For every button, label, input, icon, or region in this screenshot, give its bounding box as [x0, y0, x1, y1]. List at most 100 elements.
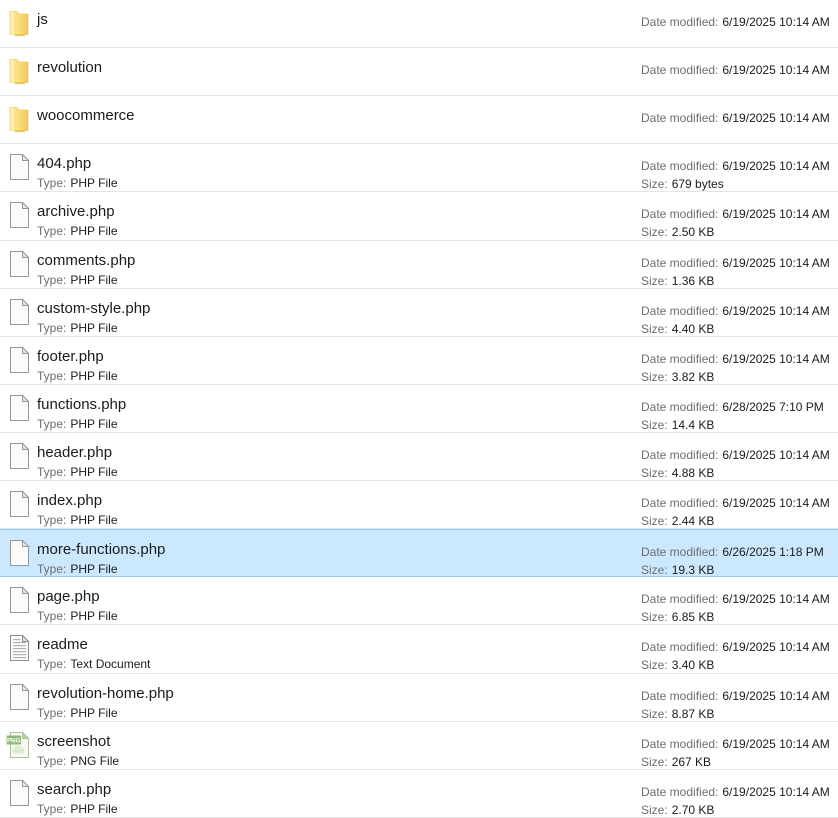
- size-label: Size:: [641, 274, 668, 288]
- info-block: Date modified:6/19/2025 10:14 AM: [641, 109, 830, 127]
- date-modified-label: Date modified:: [641, 592, 718, 606]
- date-modified-label: Date modified:: [641, 785, 718, 799]
- size-value: 267 KB: [672, 755, 711, 769]
- file-name: revolution-home.php: [37, 684, 174, 703]
- info-block: Date modified:6/19/2025 10:14 AM: [641, 61, 830, 79]
- file-row[interactable]: index.php Type:PHP File Date modified:6/…: [0, 481, 838, 529]
- size-line: Size:2.50 KB: [641, 223, 830, 241]
- svg-text:PNG: PNG: [7, 737, 21, 744]
- folder-icon: [0, 48, 37, 95]
- folder-icon: [0, 96, 37, 143]
- type-value: PHP File: [70, 224, 117, 238]
- info-block: Date modified:6/19/2025 10:14 AM Size: 26…: [641, 735, 830, 771]
- file-name: js: [37, 10, 48, 29]
- file-row[interactable]: header.php Type:PHP File Date modified:6…: [0, 433, 838, 481]
- type-label: Type:: [37, 273, 66, 287]
- size-line: Size:14.4 KB: [641, 416, 824, 434]
- size-label: Size:: [641, 225, 668, 239]
- file-name: custom-style.php: [37, 299, 150, 318]
- file-row[interactable]: revolution Date modified:6/19/2025 10:14…: [0, 48, 838, 96]
- file-row[interactable]: page.php Type:PHP File Date modified:6/1…: [0, 577, 838, 625]
- type-value: PHP File: [70, 802, 117, 816]
- file-icon: [0, 385, 37, 432]
- name-block: functions.php Type:PHP File: [37, 385, 126, 432]
- date-modified-label: Date modified:: [641, 159, 718, 173]
- info-block: Date modified:6/19/2025 10:14 AM Size:2.…: [641, 494, 830, 530]
- file-type-line: Type: PHP File: [37, 465, 118, 479]
- file-row[interactable]: js Date modified:6/19/2025 10:14 AM: [0, 0, 838, 48]
- info-block: Date modified:6/28/2025 7:10 PM Size:14.…: [641, 398, 824, 434]
- file-row[interactable]: archive.php Type:PHP File Date modified:…: [0, 192, 838, 240]
- size-value: 14.4 KB: [672, 418, 715, 432]
- file-row[interactable]: PNG screenshot Type:PNG File Date modifi…: [0, 722, 838, 770]
- file-type-line: Type:PHP File: [37, 513, 118, 527]
- file-row[interactable]: readme Type:Text Document Date modified:…: [0, 625, 838, 673]
- file-name: archive.php: [37, 202, 118, 221]
- file-row[interactable]: comments.php Type:PHP File Date modified…: [0, 241, 838, 289]
- info-block: Date modified:6/19/2025 10:14 AM Size:3.…: [641, 350, 830, 386]
- file-type-line: Type:PHP File: [37, 706, 174, 720]
- file-type-line: Type:PNG File: [37, 754, 119, 768]
- file-name: readme: [37, 635, 150, 654]
- date-modified-value: 6/19/2025 10:14 AM: [722, 448, 829, 462]
- date-modified-label: Date modified:: [641, 207, 718, 221]
- size-label: Size:: [641, 177, 668, 191]
- name-block: revolution-home.php Type:PHP File: [37, 674, 174, 721]
- file-row[interactable]: footer.php Type:PHP File Date modified:6…: [0, 337, 838, 385]
- size-label: Size:: [641, 707, 668, 721]
- file-row[interactable]: search.php Type:PHP File Date modified:6…: [0, 770, 838, 818]
- size-label: Size:: [641, 610, 668, 624]
- size-value: 4.88 KB: [672, 466, 715, 480]
- file-type-line: Type:PHP File: [37, 224, 118, 238]
- size-value: 6.85 KB: [672, 610, 715, 624]
- size-line: Size:2.44 KB: [641, 512, 830, 530]
- name-block: header.php Type:PHP File: [37, 433, 118, 480]
- info-block: Date modified:6/19/2025 10:14 AM: [641, 13, 830, 31]
- file-row[interactable]: 404.php Type:PHP File Date modified:6/19…: [0, 144, 838, 192]
- file-icon: [0, 289, 37, 336]
- date-modified-line: Date modified:6/19/2025 10:14 AM: [641, 494, 830, 512]
- date-modified-label: Date modified:: [641, 304, 718, 318]
- size-value: 19.3 KB: [672, 563, 715, 577]
- date-modified-value: 6/19/2025 10:14 AM: [722, 207, 829, 221]
- date-modified-label: Date modified:: [641, 689, 718, 703]
- name-block: page.php Type:PHP File: [37, 577, 118, 624]
- size-line: Size:3.82 KB: [641, 368, 830, 386]
- file-row[interactable]: functions.php Type:PHP File Date modifie…: [0, 385, 838, 433]
- file-row[interactable]: custom-style.php Type:PHP File Date modi…: [0, 289, 838, 337]
- type-label: Type:: [37, 417, 66, 431]
- size-line: Size: 6.85 KB: [641, 608, 830, 626]
- file-icon: [0, 481, 37, 528]
- file-row[interactable]: revolution-home.php Type:PHP File Date m…: [0, 674, 838, 722]
- file-row[interactable]: woocommerce Date modified:6/19/2025 10:1…: [0, 96, 838, 144]
- date-modified-line: Date modified:6/19/2025 10:14 AM: [641, 109, 830, 127]
- date-modified-line: Date modified:6/19/2025 10:14 AM: [641, 350, 830, 368]
- file-name: functions.php: [37, 395, 126, 414]
- type-label: Type:: [37, 609, 66, 623]
- date-modified-line: Date modified:6/19/2025 10:14 AM: [641, 590, 830, 608]
- type-label: Type:: [37, 754, 66, 768]
- type-value: PHP File: [70, 465, 117, 479]
- type-label: Type:: [37, 465, 66, 479]
- type-label: Type:: [37, 321, 66, 335]
- text-document-icon: [0, 625, 37, 672]
- size-label: Size:: [641, 755, 668, 769]
- name-block: comments.php Type:PHP File: [37, 241, 135, 288]
- file-type-line: Type:Text Document: [37, 657, 150, 671]
- file-row[interactable]: more-functions.php Type:PHP File Date mo…: [0, 529, 838, 577]
- png-image-icon: PNG: [0, 722, 37, 769]
- name-block: search.php Type:PHP File: [37, 770, 118, 817]
- type-label: Type:: [37, 562, 66, 576]
- type-label: Type:: [37, 513, 66, 527]
- size-label: Size:: [641, 803, 668, 817]
- info-block: Date modified:6/19/2025 10:14 AM Size:3.…: [641, 638, 830, 674]
- date-modified-line: Date modified:6/19/2025 10:14 AM: [641, 735, 830, 753]
- file-icon: [0, 433, 37, 480]
- size-value: 3.40 KB: [672, 658, 715, 672]
- date-modified-value: 6/19/2025 10:14 AM: [722, 737, 829, 751]
- info-block: Date modified:6/19/2025 10:14 AM Size:1.…: [641, 254, 830, 290]
- name-block: screenshot Type:PNG File: [37, 722, 119, 769]
- type-label: Type:: [37, 369, 66, 383]
- date-modified-line: Date modified:6/19/2025 10:14 AM: [641, 157, 830, 175]
- type-label: Type:: [37, 176, 66, 190]
